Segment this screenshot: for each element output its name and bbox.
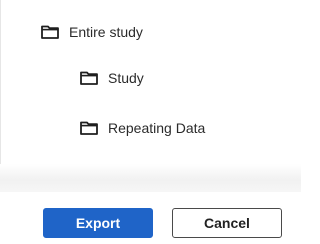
export-button[interactable]: Export (43, 208, 153, 238)
export-panel: Entire study Study Repeating Data Export… (0, 0, 301, 244)
tree-item-label: Repeating Data (108, 120, 206, 136)
tree-item-study[interactable]: Study (80, 66, 144, 90)
folder-icon (41, 25, 59, 39)
tree-item-label: Study (108, 70, 144, 86)
footer-shadow (0, 164, 301, 194)
tree-item-repeating-data[interactable]: Repeating Data (80, 116, 205, 140)
folder-icon (80, 121, 98, 135)
tree-item-label: Entire study (69, 24, 143, 40)
tree-item-entire-study[interactable]: Entire study (41, 20, 143, 44)
cancel-button[interactable]: Cancel (172, 208, 282, 238)
folder-icon (80, 71, 98, 85)
